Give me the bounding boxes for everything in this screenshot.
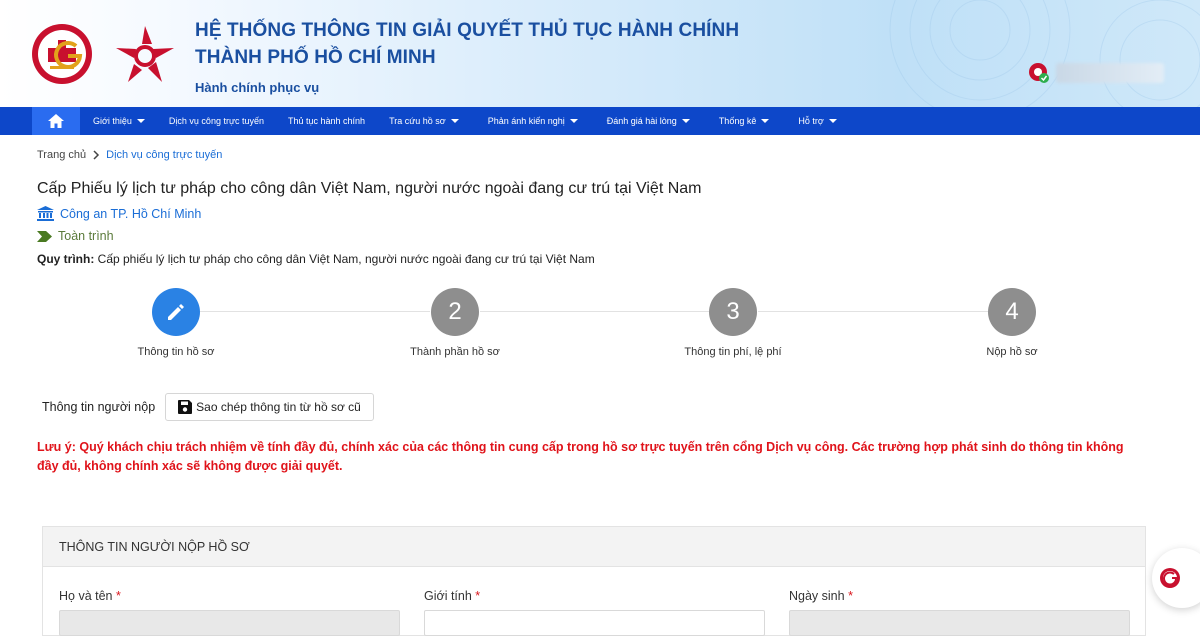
nav-item-danh-gia[interactable]: Đánh giá hài lòng <box>607 107 690 135</box>
header-title-line2: THÀNH PHỐ HỒ CHÍ MINH <box>195 47 436 68</box>
process-row: Quy trình: Cấp phiếu lý lịch tư pháp cho… <box>37 252 595 266</box>
chevron-right-icon <box>93 150 100 160</box>
bank-building-icon <box>37 206 54 221</box>
step-circle: 4 <box>988 288 1036 336</box>
step-circle: 3 <box>709 288 757 336</box>
panel-title: THÔNG TIN NGƯỜI NỘP HỒ SƠ <box>43 527 1145 567</box>
chevron-down-icon <box>828 119 837 123</box>
progress-stepper: Thông tin hồ sơ 2 Thành phần hồ sơ 3 Thô… <box>0 288 1200 368</box>
step-label: Thông tin hồ sơ <box>137 346 215 358</box>
step-nop-ho-so[interactable]: 4 Nộp hồ sơ <box>932 288 1092 358</box>
chevron-down-icon <box>681 119 690 123</box>
field-label: Giới tính <box>424 589 472 603</box>
save-disk-icon <box>178 400 193 414</box>
floating-support-button[interactable] <box>1152 548 1200 608</box>
service-level-row: Toàn trình <box>37 229 114 243</box>
date-of-birth-input[interactable] <box>789 610 1130 636</box>
chevron-down-icon <box>761 119 770 123</box>
step-label: Thành phần hồ sơ <box>410 346 500 358</box>
nav-item-label: Thủ tục hành chính <box>288 116 366 126</box>
nav-item-label: Hỗ trợ <box>798 116 824 126</box>
agency-row: Công an TP. Hồ Chí Minh <box>37 206 201 221</box>
chevron-down-icon <box>136 119 145 123</box>
required-marker: * <box>848 589 853 603</box>
step-circle: 2 <box>431 288 479 336</box>
field-label: Họ và tên <box>59 589 113 603</box>
nav-home-button[interactable] <box>32 107 80 135</box>
site-header: HỆ THỐNG THÔNG TIN GIẢI QUYẾT THỦ TỤC HÀ… <box>0 0 1200 107</box>
user-name-redacted <box>1056 63 1164 83</box>
field-label-gender: Giới tính * <box>424 589 480 603</box>
nav-item-label: Dịch vụ công trực tuyến <box>168 116 264 126</box>
user-avatar-icon <box>1029 63 1049 83</box>
nav-item-label: Tra cứu hồ sơ <box>389 116 446 126</box>
submitter-info-panel: THÔNG TIN NGƯỜI NỘP HỒ SƠ Họ và tên * Gi… <box>42 526 1146 636</box>
nav-item-label: Đánh giá hài lòng <box>606 116 677 126</box>
main-nav: Giới thiệu Dịch vụ công trực tuyến Thủ t… <box>0 107 1200 135</box>
nav-item-ho-tro[interactable]: Hỗ trợ <box>798 107 837 135</box>
header-title-line1: HỆ THỐNG THÔNG TIN GIẢI QUYẾT THỦ TỤC HÀ… <box>195 20 740 41</box>
step-label: Nộp hồ sơ <box>986 346 1038 358</box>
breadcrumb: Trang chủ Dịch vụ công trực tuyến <box>37 149 222 161</box>
submitter-row: Thông tin người nộp Sao chép thông tin t… <box>42 393 374 421</box>
step-thong-tin-phi[interactable]: 3 Thông tin phí, lệ phí <box>653 288 813 358</box>
agency-name: Công an TP. Hồ Chí Minh <box>60 206 202 221</box>
step-circle-active <box>152 288 200 336</box>
page-title: Cấp Phiếu lý lịch tư pháp cho công dân V… <box>37 180 702 197</box>
home-icon <box>48 114 64 128</box>
process-label: Quy trình: <box>37 252 95 266</box>
user-account[interactable] <box>1028 62 1164 84</box>
city-emblem-icon <box>1160 568 1180 588</box>
required-marker: * <box>116 589 121 603</box>
nav-item-gioi-thieu[interactable]: Giới thiệu <box>93 107 145 135</box>
step-thanh-phan-ho-so[interactable]: 2 Thành phần hồ sơ <box>375 288 535 358</box>
chevron-tag-icon <box>37 230 52 242</box>
nav-item-tra-cuu[interactable]: Tra cứu hồ sơ <box>389 107 459 135</box>
nav-item-label: Giới thiệu <box>93 116 132 126</box>
chevron-down-icon <box>450 119 459 123</box>
field-label-date-of-birth: Ngày sinh * <box>789 589 853 603</box>
service-level: Toàn trình <box>58 229 114 243</box>
copy-button-label: Sao chép thông tin từ hồ sơ cũ <box>196 400 361 414</box>
copy-from-old-record-button[interactable]: Sao chép thông tin từ hồ sơ cũ <box>165 393 374 421</box>
chevron-down-icon <box>569 119 578 123</box>
nav-item-label: Thống kê <box>718 116 757 126</box>
header-subtitle: Hành chính phục vụ <box>195 80 320 95</box>
nav-item-dich-vu-cong[interactable]: Dịch vụ công trực tuyến <box>169 107 264 135</box>
nav-item-label: Phản ánh kiến nghị <box>487 116 565 126</box>
required-marker: * <box>475 589 481 603</box>
nav-item-thong-ke[interactable]: Thống kê <box>719 107 770 135</box>
nav-item-phan-anh[interactable]: Phản ánh kiến nghị <box>488 107 578 135</box>
step-thong-tin-ho-so[interactable]: Thông tin hồ sơ <box>96 288 256 358</box>
nav-item-thu-tuc[interactable]: Thủ tục hành chính <box>288 107 365 135</box>
breadcrumb-home-link[interactable]: Trang chủ <box>37 149 86 161</box>
star-logo-icon <box>116 26 174 82</box>
city-emblem-icon <box>32 24 92 84</box>
full-name-input[interactable] <box>59 610 400 636</box>
warning-notice: Lưu ý: Quý khách chịu trách nhiệm về tín… <box>37 440 1124 473</box>
step-label: Thông tin phí, lệ phí <box>684 346 782 358</box>
field-label: Ngày sinh <box>789 589 845 603</box>
drum-pattern-decoration <box>889 0 1200 107</box>
gender-select[interactable] <box>424 610 765 636</box>
pencil-icon <box>168 304 184 320</box>
field-label-full-name: Họ và tên * <box>59 589 121 603</box>
breadcrumb-current-link[interactable]: Dịch vụ công trực tuyến <box>106 149 222 161</box>
process-value: Cấp phiếu lý lịch tư pháp cho công dân V… <box>94 252 595 266</box>
submitter-label: Thông tin người nộp <box>42 400 156 414</box>
